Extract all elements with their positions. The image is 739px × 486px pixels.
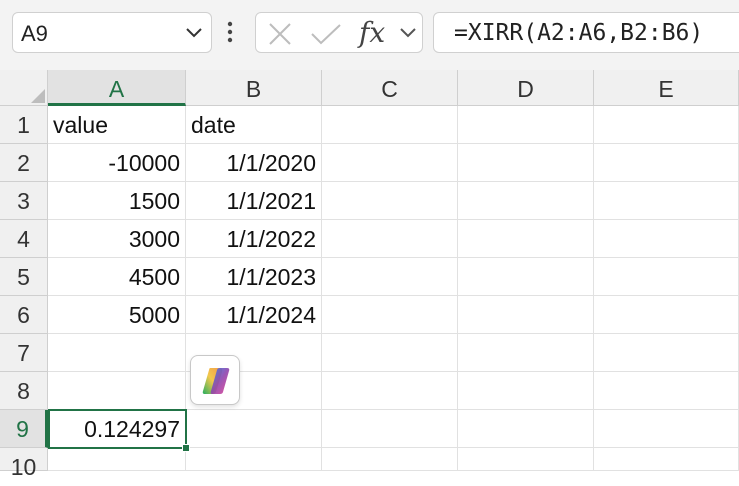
column-header-e[interactable]: E: [594, 70, 739, 106]
cell-d5[interactable]: [458, 258, 594, 296]
cell-e9[interactable]: [594, 410, 739, 448]
fill-handle[interactable]: [182, 444, 190, 452]
cell-b2[interactable]: 1/1/2020: [186, 144, 322, 182]
cell-c6[interactable]: [322, 296, 458, 334]
cell-d8[interactable]: [458, 372, 594, 410]
column-header-b[interactable]: B: [186, 70, 322, 106]
cancel-x-icon[interactable]: [268, 22, 292, 51]
cell-c8[interactable]: [322, 372, 458, 410]
chevron-down-icon[interactable]: [185, 26, 203, 44]
row-header-3[interactable]: 3: [0, 182, 48, 220]
row-header-9[interactable]: 9: [0, 410, 48, 448]
cell-c9[interactable]: [322, 410, 458, 448]
cell-d6[interactable]: [458, 296, 594, 334]
cell-d7[interactable]: [458, 334, 594, 372]
cell-b1[interactable]: date: [186, 106, 322, 144]
column-header-c[interactable]: C: [322, 70, 458, 106]
insert-function-button[interactable]: fx: [359, 16, 385, 49]
cell-b10[interactable]: [186, 448, 322, 471]
cell-a5[interactable]: 4500: [48, 258, 186, 296]
cell-a6[interactable]: 5000: [48, 296, 186, 334]
cell-b9[interactable]: [187, 410, 322, 448]
cell-b4[interactable]: 1/1/2022: [186, 220, 322, 258]
cell-e1[interactable]: [594, 106, 739, 144]
row-header-5[interactable]: 5: [0, 258, 48, 296]
formula-bar[interactable]: =XIRR(A2:A6,B2:B6): [433, 12, 739, 53]
row-header-6[interactable]: 6: [0, 296, 48, 334]
cell-d4[interactable]: [458, 220, 594, 258]
cell-a8[interactable]: [48, 372, 186, 410]
name-box[interactable]: A9: [12, 12, 212, 53]
copilot-button[interactable]: [190, 355, 240, 405]
formula-text: =XIRR(A2:A6,B2:B6): [454, 20, 704, 46]
cell-d2[interactable]: [458, 144, 594, 182]
cell-d3[interactable]: [458, 182, 594, 220]
cell-e6[interactable]: [594, 296, 739, 334]
row-header-2[interactable]: 2: [0, 144, 48, 182]
row-header-7[interactable]: 7: [0, 334, 48, 372]
cell-e5[interactable]: [594, 258, 739, 296]
row-header-1[interactable]: 1: [0, 106, 48, 144]
enter-check-icon[interactable]: [310, 22, 342, 51]
cell-e10[interactable]: [594, 448, 739, 471]
cell-d10[interactable]: [458, 448, 594, 471]
cell-c1[interactable]: [322, 106, 458, 144]
copilot-icon: [202, 368, 230, 394]
select-all-button[interactable]: [0, 70, 48, 106]
column-header-a[interactable]: A: [48, 70, 186, 106]
cell-d1[interactable]: [458, 106, 594, 144]
cell-a3[interactable]: 1500: [48, 182, 186, 220]
cell-b6[interactable]: 1/1/2024: [186, 296, 322, 334]
cell-a2[interactable]: -10000: [48, 144, 186, 182]
name-box-value: A9: [21, 21, 48, 46]
row-header-10[interactable]: 10: [0, 448, 48, 480]
cell-e4[interactable]: [594, 220, 739, 258]
more-vertical-icon[interactable]: [226, 20, 234, 49]
cell-e3[interactable]: [594, 182, 739, 220]
cell-c5[interactable]: [322, 258, 458, 296]
spreadsheet-grid: A B C D E 1 2 3 4 5 6 7 8 9 10 value dat…: [0, 70, 739, 480]
formula-buttons: fx: [255, 12, 423, 53]
cell-e2[interactable]: [594, 144, 739, 182]
cell-a1[interactable]: value: [48, 106, 186, 144]
cell-b5[interactable]: 1/1/2023: [186, 258, 322, 296]
cell-a9[interactable]: 0.124297: [48, 409, 187, 449]
cell-d9[interactable]: [458, 410, 594, 448]
cell-a4[interactable]: 3000: [48, 220, 186, 258]
cell-c7[interactable]: [322, 334, 458, 372]
cell-c4[interactable]: [322, 220, 458, 258]
cell-a10[interactable]: [48, 448, 186, 471]
cell-e8[interactable]: [594, 372, 739, 410]
cell-e7[interactable]: [594, 334, 739, 372]
row-header-4[interactable]: 4: [0, 220, 48, 258]
cell-b3[interactable]: 1/1/2021: [186, 182, 322, 220]
column-header-d[interactable]: D: [458, 70, 594, 106]
formula-toolbar: A9 fx =XIRR(A2:A6,B2:B6): [0, 0, 739, 70]
cell-c10[interactable]: [322, 448, 458, 471]
chevron-down-icon[interactable]: [399, 26, 417, 44]
row-header-8[interactable]: 8: [0, 372, 48, 410]
cell-a7[interactable]: [48, 334, 186, 372]
cell-c2[interactable]: [322, 144, 458, 182]
cell-c3[interactable]: [322, 182, 458, 220]
